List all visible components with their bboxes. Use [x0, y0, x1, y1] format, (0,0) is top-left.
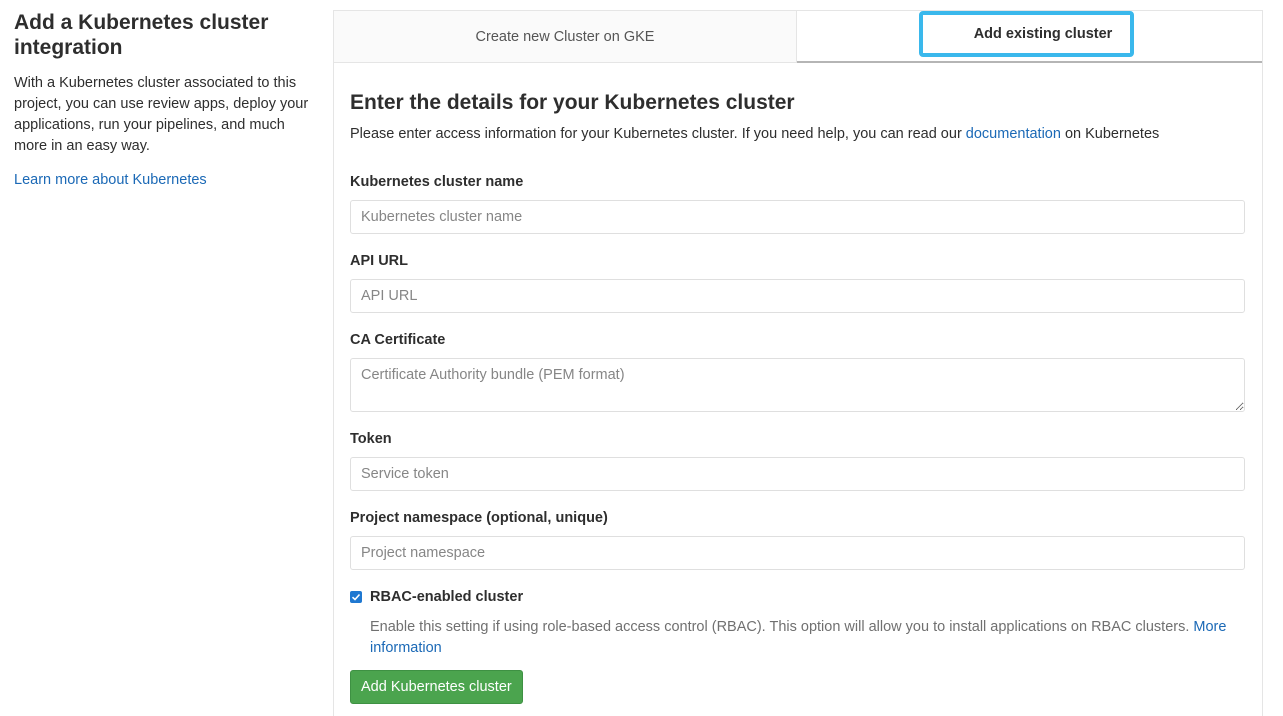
rbac-help: Enable this setting if using role-based … [370, 617, 1245, 659]
cluster-form: Enter the details for your Kubernetes cl… [350, 91, 1245, 704]
learn-more-link[interactable]: Learn more about Kubernetes [14, 172, 314, 188]
rbac-checkbox[interactable] [350, 591, 362, 603]
namespace-input[interactable] [350, 536, 1245, 570]
documentation-link[interactable]: documentation [966, 126, 1061, 142]
ca-certificate-group: CA Certificate [350, 332, 1245, 412]
checkmark-icon [351, 593, 361, 601]
token-group: Token [350, 431, 1245, 491]
namespace-group: Project namespace (optional, unique) [350, 510, 1245, 570]
rbac-row: RBAC-enabled cluster [350, 589, 1245, 605]
form-intro-suffix: on Kubernetes [1060, 126, 1160, 142]
token-label: Token [350, 431, 392, 447]
page-description: With a Kubernetes cluster associated to … [14, 75, 309, 154]
form-heading: Enter the details for your Kubernetes cl… [350, 91, 795, 114]
ca-certificate-textarea[interactable] [350, 358, 1245, 412]
form-intro: Please enter access information for your… [350, 126, 1245, 142]
ca-certificate-label: CA Certificate [350, 332, 446, 348]
rbac-help-text: Enable this setting if using role-based … [370, 619, 1194, 635]
api-url-group: API URL [350, 253, 1245, 313]
token-input[interactable] [350, 457, 1245, 491]
page-title: Add a Kubernetes cluster integration [14, 11, 269, 59]
rbac-setting: RBAC-enabled cluster Enable this setting… [350, 589, 1245, 659]
tab-create-gke[interactable]: Create new Cluster on GKE [334, 11, 797, 62]
add-cluster-button[interactable]: Add Kubernetes cluster [350, 670, 523, 704]
sidebar-intro: Add a Kubernetes cluster integration Wit… [14, 10, 314, 188]
tab-create-gke-label: Create new Cluster on GKE [475, 28, 655, 45]
namespace-label: Project namespace (optional, unique) [350, 510, 608, 526]
tab-add-existing-label: Add existing cluster [918, 11, 1135, 57]
rbac-label: RBAC-enabled cluster [370, 589, 524, 605]
api-url-input[interactable] [350, 279, 1245, 313]
form-intro-text: Please enter access information for your… [350, 126, 966, 142]
cluster-name-input[interactable] [350, 200, 1245, 234]
tab-add-existing[interactable]: Add existing cluster [797, 11, 1262, 63]
cluster-name-group: Kubernetes cluster name [350, 174, 1245, 234]
cluster-name-label: Kubernetes cluster name [350, 174, 524, 190]
tab-bar: Create new Cluster on GKE Add existing c… [334, 11, 1262, 63]
api-url-label: API URL [350, 253, 408, 269]
cluster-panel: Create new Cluster on GKE Add existing c… [333, 10, 1263, 716]
